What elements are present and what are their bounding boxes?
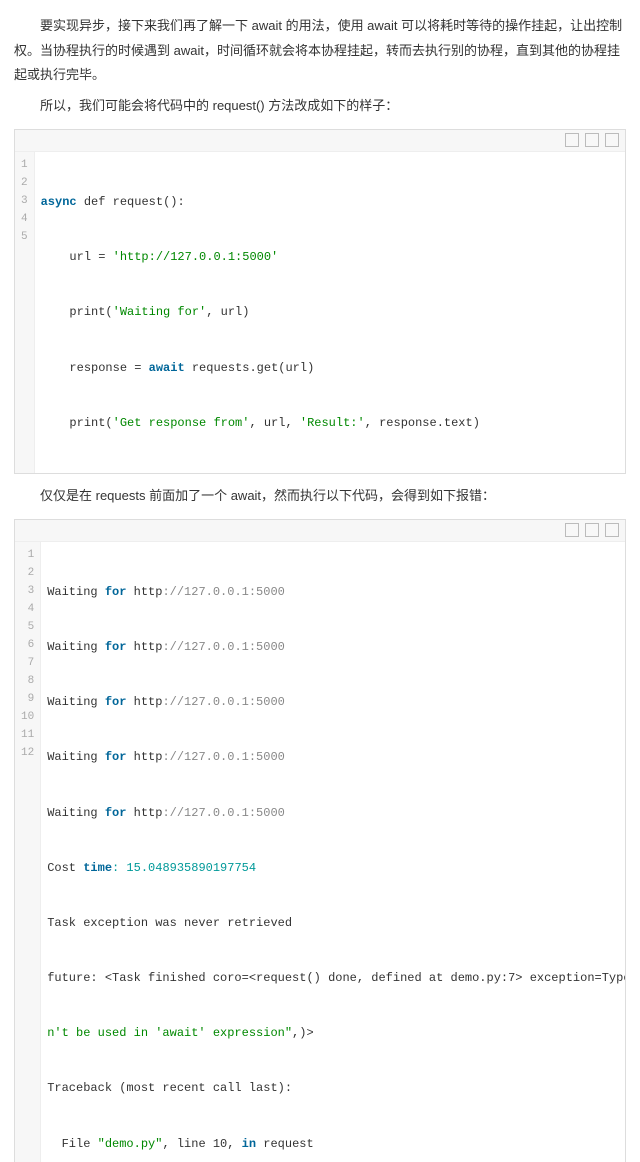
line-numbers: 12345	[15, 152, 35, 473]
paragraph-lead2: 仅仅是在 requests 前面加了一个 await，然而执行以下代码，会得到如…	[14, 484, 626, 509]
code-content: async def request(): url = 'http://127.0…	[35, 152, 486, 473]
paragraph-lead1: 所以，我们可能会将代码中的 request() 方法改成如下的样子：	[14, 94, 626, 119]
code-content: Waiting for http://127.0.0.1:5000 Waitin…	[41, 542, 625, 1162]
copy-icon[interactable]	[585, 133, 599, 147]
code-block-1: 12345 async def request(): url = 'http:/…	[14, 129, 626, 474]
expand-icon[interactable]	[605, 523, 619, 537]
view-source-icon[interactable]	[565, 523, 579, 537]
view-source-icon[interactable]	[565, 133, 579, 147]
code-toolbar	[15, 520, 625, 542]
code-block-2: 123456789101112 Waiting for http://127.0…	[14, 519, 626, 1162]
copy-icon[interactable]	[585, 523, 599, 537]
paragraph-intro: 要实现异步，接下来我们再了解一下 await 的用法，使用 await 可以将耗…	[14, 14, 626, 88]
code-toolbar	[15, 130, 625, 152]
expand-icon[interactable]	[605, 133, 619, 147]
line-numbers: 123456789101112	[15, 542, 41, 1162]
